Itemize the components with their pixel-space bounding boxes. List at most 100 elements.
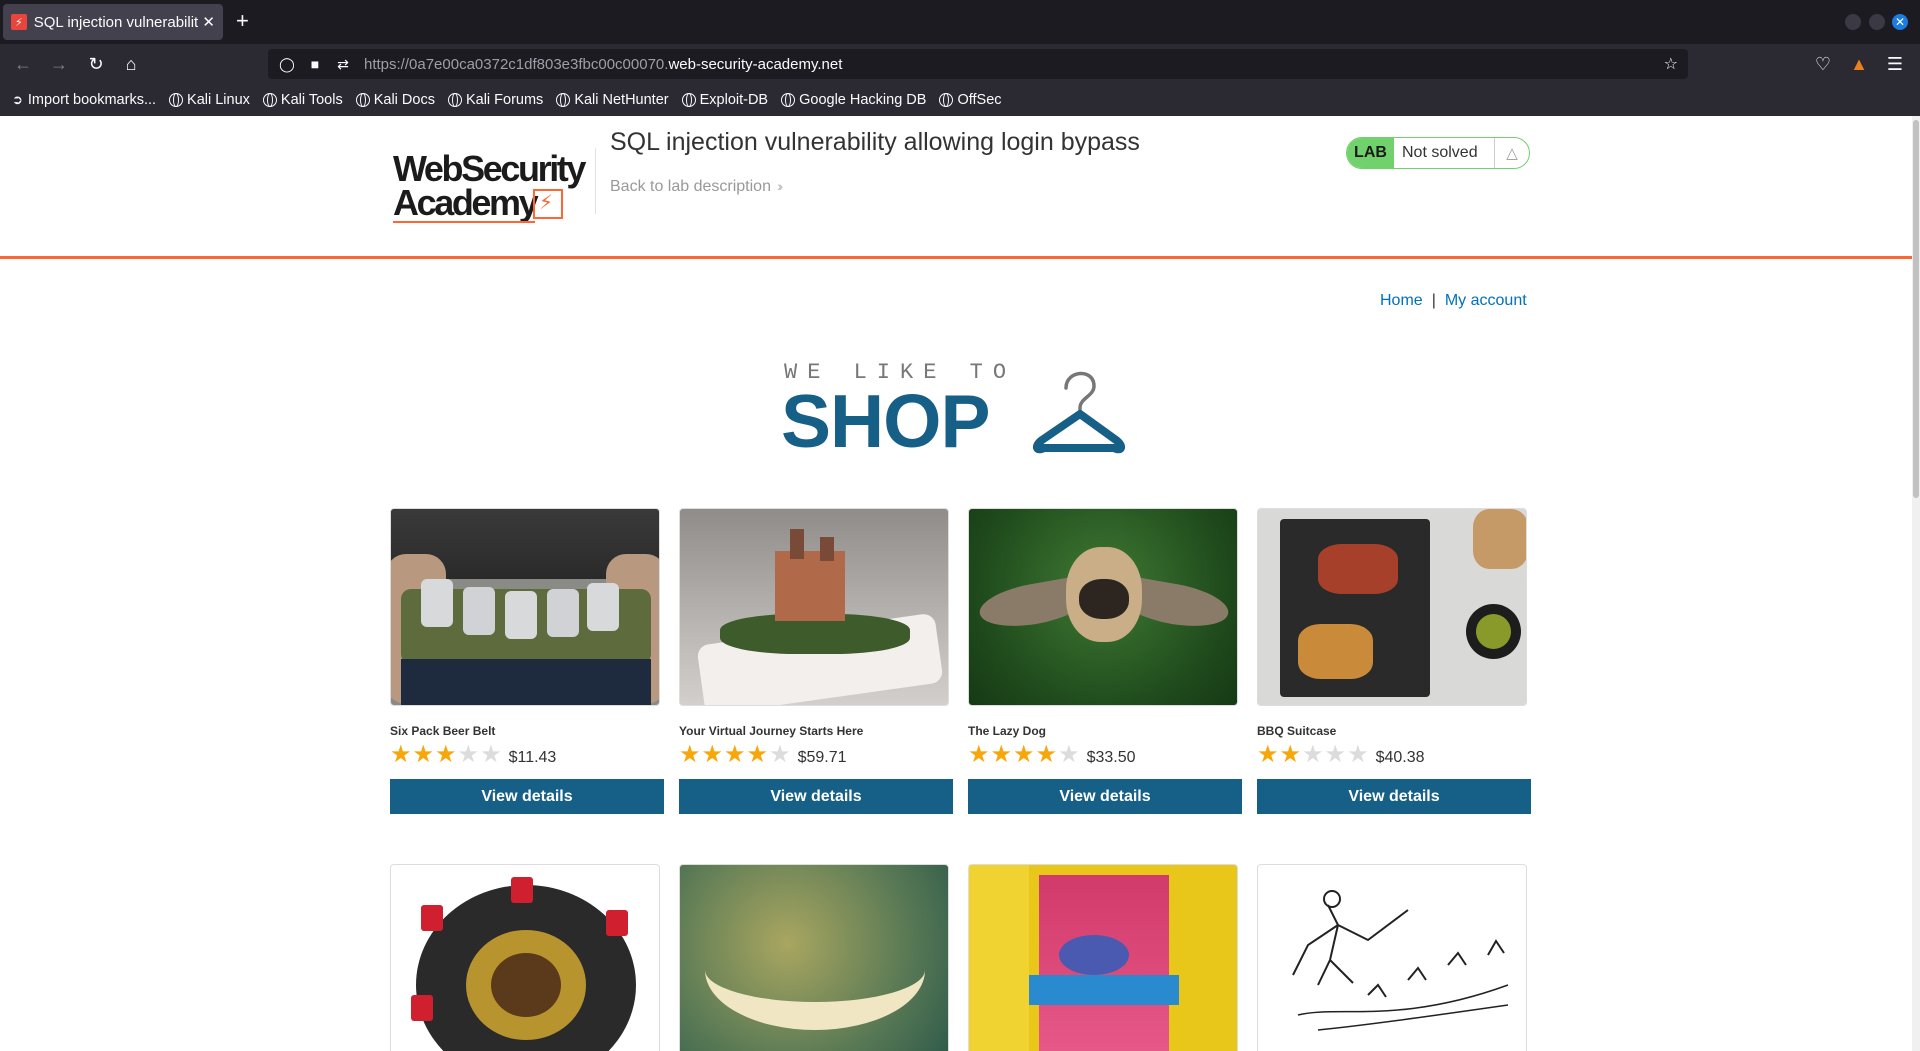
bookmark-label: Import bookmarks... [27, 92, 157, 108]
url-text[interactable]: https://0a7e00ca0372c1df803e3fbc00c00070… [364, 56, 842, 73]
product-rating: ★ ★ ★ ★ ★ $33.50 [968, 742, 1238, 768]
product-image-virtual-journey [679, 508, 949, 706]
pocket-icon[interactable]: ♡ [1812, 53, 1834, 75]
hero-big-text: SHOP [781, 379, 991, 463]
star-filled-icon: ★ [1257, 741, 1279, 768]
star-empty-icon: ★ [1302, 741, 1324, 768]
import-icon: ➲ [12, 92, 23, 107]
web-security-academy-logo[interactable]: WebSecurity Academy [390, 134, 586, 224]
browser-tab[interactable]: ⚡ SQL injection vulnerabilit ✕ [3, 4, 223, 40]
globe-icon [781, 93, 796, 107]
product-card: BBQ Suitcase ★ ★ ★ ★ ★ $40.38 View details [1257, 508, 1531, 814]
product-card [1257, 864, 1527, 1051]
extension-fox-icon[interactable]: ▲ [1848, 53, 1870, 75]
product-name: Your Virtual Journey Starts Here [679, 724, 864, 738]
my-account-link[interactable]: My account [1445, 292, 1527, 309]
bookmark-kali-linux[interactable]: Kali Linux [169, 92, 250, 108]
view-details-button[interactable]: View details [1257, 779, 1531, 814]
logo-underline [393, 221, 535, 223]
product-rating: ★ ★ ★ ★ ★ $40.38 [1257, 742, 1527, 768]
maximize-window-icon[interactable] [1869, 14, 1885, 30]
lock-icon[interactable]: ■ [306, 56, 324, 72]
product-image-beer-belt [390, 508, 660, 706]
url-prefix: https://0a7e00ca0372c1df803e3fbc00c00070… [364, 55, 669, 73]
product-card: Your Virtual Journey Starts Here ★ ★ ★ ★ ★ $… [679, 508, 953, 814]
product-image-bbq-suitcase [1257, 508, 1527, 706]
bookmark-kali-nethunter[interactable]: Kali NetHunter [556, 92, 669, 108]
bookmark-google-hacking-db[interactable]: Google Hacking DB [781, 92, 926, 108]
flask-icon: △ [1494, 138, 1529, 168]
new-tab-icon[interactable]: + [236, 8, 249, 34]
star-filled-icon: ★ [1279, 741, 1302, 768]
page-content: WebSecurity Academy SQL injection vulner… [0, 116, 1920, 1051]
browser-tab-bar: ⚡ SQL injection vulnerabilit ✕ + ✕ [0, 0, 1920, 44]
shield-icon[interactable]: ◯ [278, 56, 296, 73]
bookmark-label: Kali Forums [465, 92, 544, 108]
star-filled-icon: ★ [724, 741, 746, 768]
star-filled-icon: ★ [1013, 741, 1035, 768]
product-card [679, 864, 949, 1051]
bookmark-kali-docs[interactable]: Kali Docs [355, 92, 435, 108]
star-empty-icon: ★ [769, 741, 791, 768]
product-image-bouncy-castle [968, 864, 1238, 1051]
globe-icon [556, 93, 571, 107]
bookmark-label: OffSec [957, 92, 1002, 108]
back-to-lab-description-link[interactable]: Back to lab description ›› [610, 178, 784, 196]
close-window-icon[interactable]: ✕ [1892, 14, 1908, 30]
bookmark-star-icon[interactable]: ☆ [1664, 54, 1678, 74]
address-bar[interactable]: ◯ ■ ⇄ https://0a7e00ca0372c1df803e3fbc00… [268, 49, 1688, 79]
globe-icon [447, 93, 462, 107]
nav-separator: | [1431, 292, 1436, 309]
home-icon[interactable]: ⌂ [120, 53, 142, 75]
logo-bolt-icon [533, 189, 563, 219]
browser-toolbar: ← → ↻ ⌂ ◯ ■ ⇄ https://0a7e00ca0372c1df80… [0, 44, 1920, 84]
url-domain: web-security-academy.net [668, 55, 843, 73]
lab-status-text: Not solved [1402, 144, 1478, 161]
double-chevron-right-icon: ›› [776, 178, 784, 194]
product-price: $40.38 [1375, 748, 1425, 766]
menu-icon[interactable]: ☰ [1884, 53, 1906, 75]
star-filled-icon: ★ [701, 741, 724, 768]
lab-title: SQL injection vulnerability allowing log… [610, 128, 1140, 156]
bookmark-label: Google Hacking DB [799, 92, 927, 108]
bookmark-offsec[interactable]: OffSec [939, 92, 1002, 108]
globe-icon [169, 93, 184, 107]
permissions-icon[interactable]: ⇄ [334, 56, 352, 73]
product-image-grin [679, 864, 949, 1051]
minimize-window-icon[interactable] [1845, 14, 1861, 30]
product-price: $33.50 [1086, 748, 1136, 766]
view-details-button[interactable]: View details [679, 779, 953, 814]
product-image-sketch [1257, 864, 1527, 1051]
home-link[interactable]: Home [1380, 292, 1423, 309]
top-nav-links: Home | My account [1380, 292, 1527, 310]
bookmark-exploit-db[interactable]: Exploit-DB [681, 92, 768, 108]
forward-arrow-icon[interactable]: → [48, 53, 70, 75]
star-filled-icon: ★ [435, 741, 457, 768]
product-name: The Lazy Dog [968, 724, 1047, 738]
globe-icon [262, 93, 277, 107]
lab-favicon-icon: ⚡ [11, 14, 27, 30]
close-tab-icon[interactable]: ✕ [202, 13, 215, 31]
view-details-button[interactable]: View details [968, 779, 1242, 814]
product-rating: ★ ★ ★ ★ ★ $59.71 [679, 742, 949, 768]
product-image-roulette [390, 864, 660, 1051]
product-card: Six Pack Beer Belt ★ ★ ★ ★ ★ $11.43 View det… [390, 508, 664, 814]
product-name: Six Pack Beer Belt [390, 724, 496, 738]
page-scrollbar[interactable] [1912, 116, 1920, 1051]
tab-title: SQL injection vulnerabilit [33, 13, 199, 31]
reload-icon[interactable]: ↻ [85, 53, 107, 75]
star-empty-icon: ★ [1324, 741, 1347, 768]
star-filled-icon: ★ [990, 741, 1013, 768]
scrollbar-thumb[interactable] [1913, 120, 1919, 498]
view-details-button[interactable]: View details [390, 779, 664, 814]
globe-icon [355, 93, 370, 107]
bookmark-import[interactable]: ➲ Import bookmarks... [12, 92, 156, 108]
product-rating: ★ ★ ★ ★ ★ $11.43 [390, 742, 660, 768]
bookmark-kali-forums[interactable]: Kali Forums [447, 92, 544, 108]
back-arrow-icon[interactable]: ← [12, 53, 34, 75]
star-filled-icon: ★ [746, 741, 769, 768]
globe-icon [939, 93, 954, 107]
bookmark-kali-tools[interactable]: Kali Tools [262, 92, 343, 108]
bookmark-label: Kali Docs [373, 92, 435, 108]
product-image-lazy-dog [968, 508, 1238, 706]
